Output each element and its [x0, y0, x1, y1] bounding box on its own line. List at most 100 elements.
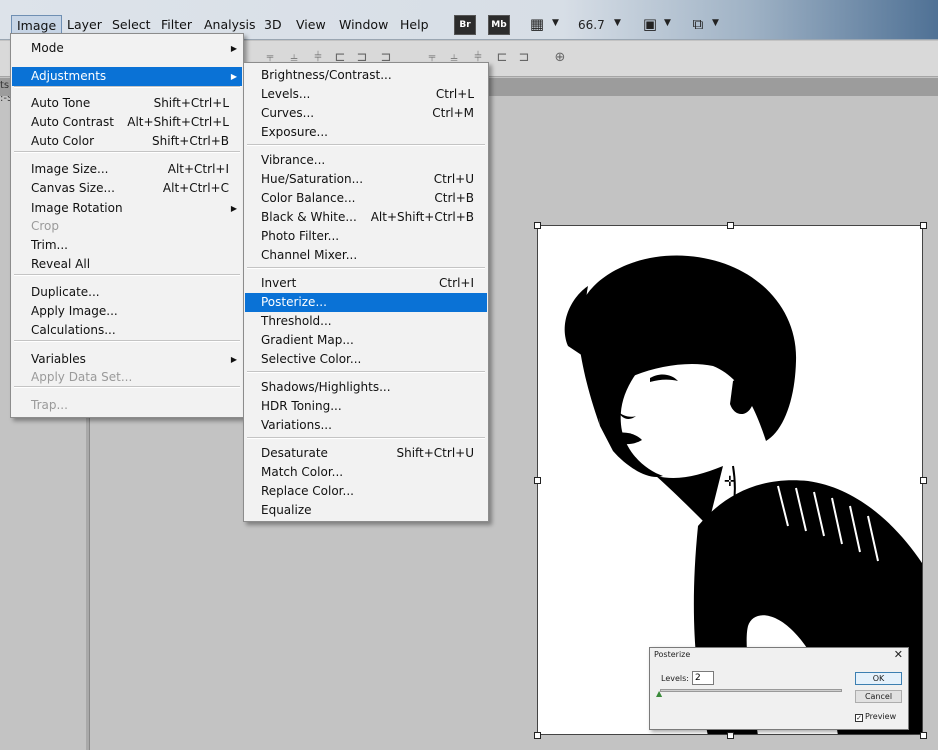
menu-item-auto-tone[interactable]: Auto Tone Shift+Ctrl+L: [12, 94, 242, 113]
menu-separator: [14, 274, 240, 276]
film-strip-icon[interactable]: ▦: [526, 15, 548, 35]
preview-label: Preview: [865, 712, 897, 721]
chevron-down-icon[interactable]: ▼: [552, 18, 559, 28]
adjustment-item-replace-color[interactable]: Replace Color...: [245, 482, 487, 501]
adjustment-item-equalize[interactable]: Equalize: [245, 501, 487, 520]
adjustment-item-color-balance[interactable]: Color Balance... Ctrl+B: [245, 189, 487, 208]
transform-handle[interactable]: [727, 732, 734, 739]
transform-handle[interactable]: [727, 222, 734, 229]
menu-item-apply-image[interactable]: Apply Image...: [12, 302, 242, 321]
menu-item-label: Exposure...: [261, 125, 328, 139]
adjustment-item-vibrance[interactable]: Vibrance...: [245, 151, 487, 170]
menu-item-label: Photo Filter...: [261, 229, 340, 243]
adjustment-item-posterize[interactable]: Posterize...: [245, 293, 487, 312]
menu-item-label: Auto Contrast: [31, 115, 114, 129]
menu-item-variables[interactable]: Variables ▶: [12, 350, 242, 369]
adjustment-item-hdr-toning[interactable]: HDR Toning...: [245, 397, 487, 416]
menu-item-reveal-all[interactable]: Reveal All: [12, 255, 242, 274]
adjustment-item-invert[interactable]: Invert Ctrl+I: [245, 274, 487, 293]
menu-item-label: Channel Mixer...: [261, 248, 358, 262]
submenu-arrow-icon: ▶: [230, 204, 237, 213]
adjustment-item-levels[interactable]: Levels... Ctrl+L: [245, 85, 487, 104]
adjustment-item-match-color[interactable]: Match Color...: [245, 463, 487, 482]
menu-item-shortcut: Alt+Ctrl+I: [167, 162, 229, 176]
levels-slider-thumb[interactable]: ▲: [656, 689, 662, 698]
menu-item-shortcut: Ctrl+I: [439, 276, 474, 290]
menu-help[interactable]: Help: [395, 15, 434, 37]
menu-separator: [247, 371, 485, 373]
bridge-icon[interactable]: Br: [454, 15, 476, 35]
menu-item-image-rotation[interactable]: Image Rotation ▶: [12, 199, 242, 218]
menu-item-label: Brightness/Contrast...: [261, 68, 392, 82]
adjustment-item-selective-color[interactable]: Selective Color...: [245, 350, 487, 369]
document-tab-edge[interactable]: ts: [0, 80, 9, 91]
menu-3d[interactable]: 3D: [259, 15, 287, 37]
menu-item-label: Trim...: [31, 238, 68, 252]
screen-mode-icon[interactable]: ⧉: [688, 15, 708, 35]
transform-handle[interactable]: [920, 732, 927, 739]
levels-slider-track[interactable]: [660, 689, 842, 692]
menu-item-label: Apply Data Set...: [31, 370, 133, 384]
menu-window[interactable]: Window: [334, 15, 393, 37]
auto-align-icon[interactable]: ⊕: [552, 50, 568, 66]
menu-item-trap: Trap...: [12, 396, 242, 415]
adjustment-item-exposure[interactable]: Exposure...: [245, 123, 487, 142]
adjustment-item-curves[interactable]: Curves... Ctrl+M: [245, 104, 487, 123]
menu-item-adjustments[interactable]: Adjustments ▶: [12, 67, 242, 86]
menu-separator: [247, 144, 485, 146]
cancel-button[interactable]: Cancel: [855, 690, 902, 703]
adjustment-item-desaturate[interactable]: Desaturate Shift+Ctrl+U: [245, 444, 487, 463]
menu-item-label: Vibrance...: [261, 153, 326, 167]
menu-item-label: Posterize...: [261, 295, 327, 309]
menu-item-label: Canvas Size...: [31, 181, 115, 195]
adjustment-item-hue-saturation[interactable]: Hue/Saturation... Ctrl+U: [245, 170, 487, 189]
dialog-title: Posterize: [654, 650, 691, 659]
transform-handle[interactable]: [920, 222, 927, 229]
mini-bridge-icon[interactable]: Mb: [488, 15, 510, 35]
menu-item-label: Adjustments: [31, 69, 107, 83]
chevron-down-icon[interactable]: ▼: [614, 18, 621, 28]
menu-item-label: Crop: [31, 219, 60, 233]
ok-button[interactable]: OK: [855, 672, 902, 685]
menu-item-canvas-size[interactable]: Canvas Size... Alt+Ctrl+C: [12, 179, 242, 198]
distribute-left-icon[interactable]: ⊏: [494, 50, 510, 66]
menu-item-shortcut: Ctrl+B: [434, 191, 474, 205]
adjustments-submenu: Brightness/Contrast... Levels... Ctrl+L Cur…: [243, 62, 489, 522]
adjustment-item-shadows-highlights[interactable]: Shadows/Highlights...: [245, 378, 487, 397]
adjustment-item-threshold[interactable]: Threshold...: [245, 312, 487, 331]
menu-item-label: Replace Color...: [261, 484, 354, 498]
menu-item-auto-color[interactable]: Auto Color Shift+Ctrl+B: [12, 132, 242, 151]
chevron-down-icon[interactable]: ▼: [712, 18, 719, 28]
posterize-dialog: Posterize ✕ Levels: ▲ OK Cancel ✓Preview: [649, 647, 909, 730]
levels-input[interactable]: [692, 671, 714, 685]
arrange-documents-icon[interactable]: ▣: [640, 15, 660, 35]
preview-checkbox[interactable]: ✓ Preview: [855, 712, 896, 722]
adjustment-item-channel-mixer[interactable]: Channel Mixer...: [245, 246, 487, 265]
menu-item-label: Invert: [261, 276, 297, 290]
menu-item-label: Variations...: [261, 418, 332, 432]
menu-item-duplicate[interactable]: Duplicate...: [12, 283, 242, 302]
chevron-down-icon[interactable]: ▼: [664, 18, 671, 28]
menu-item-trim[interactable]: Trim...: [12, 236, 242, 255]
menu-item-mode[interactable]: Mode ▶: [12, 39, 242, 58]
menu-item-label: Selective Color...: [261, 352, 362, 366]
adjustment-item-photo-filter[interactable]: Photo Filter...: [245, 227, 487, 246]
menu-view[interactable]: View: [291, 15, 331, 37]
menu-item-auto-contrast[interactable]: Auto Contrast Alt+Shift+Ctrl+L: [12, 113, 242, 132]
menu-item-label: HDR Toning...: [261, 399, 342, 413]
menu-item-shortcut: Shift+Ctrl+L: [153, 96, 229, 110]
adjustment-item-brightness-contrast[interactable]: Brightness/Contrast...: [245, 66, 487, 85]
checkbox-check-icon[interactable]: ✓: [855, 714, 863, 722]
close-icon[interactable]: ✕: [894, 648, 903, 661]
transform-handle[interactable]: [920, 477, 927, 484]
distribute-center-icon[interactable]: ⊐: [516, 50, 532, 66]
transform-handle[interactable]: [534, 732, 541, 739]
adjustment-item-black-white[interactable]: Black & White... Alt+Shift+Ctrl+B: [245, 208, 487, 227]
zoom-level-field[interactable]: 66.7: [578, 16, 614, 34]
menu-item-image-size[interactable]: Image Size... Alt+Ctrl+I: [12, 160, 242, 179]
menu-item-calculations[interactable]: Calculations...: [12, 321, 242, 340]
adjustment-item-variations[interactable]: Variations...: [245, 416, 487, 435]
transform-handle[interactable]: [534, 222, 541, 229]
transform-handle[interactable]: [534, 477, 541, 484]
adjustment-item-gradient-map[interactable]: Gradient Map...: [245, 331, 487, 350]
